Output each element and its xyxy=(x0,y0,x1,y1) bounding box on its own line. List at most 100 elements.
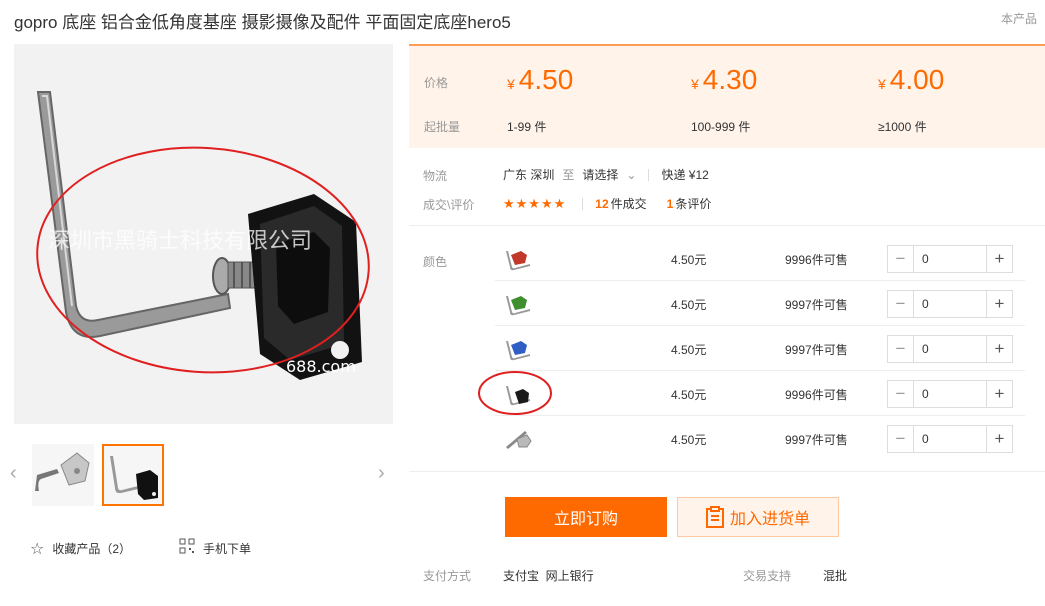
variant-thumbnail[interactable] xyxy=(503,425,533,453)
quantity-input[interactable]: 0 xyxy=(914,426,986,452)
main-product-image: 深圳市黑骑士科技有限公司 688.com xyxy=(14,44,393,424)
minus-button[interactable]: − xyxy=(888,291,914,317)
variant-stock: 9996件可售 xyxy=(785,253,848,267)
left-actions: ☆ 收藏产品（2） 手机下单 xyxy=(30,538,299,559)
star-outline-icon: ☆ xyxy=(30,540,45,558)
quantity-input[interactable]: 0 xyxy=(914,246,986,272)
qty-range-3: ≥1000 件 xyxy=(878,120,927,134)
thumbnail-strip: ‹ › xyxy=(10,444,393,506)
add-to-cart-label: 加入进货单 xyxy=(729,511,810,528)
plus-button[interactable]: + xyxy=(986,426,1012,452)
deals-count[interactable]: 12 xyxy=(595,197,608,211)
currency-symbol: ¥ xyxy=(878,76,886,92)
variant-row: 4.50元 9997件可售 − 0 + xyxy=(495,327,1025,371)
favorite-label: 收藏产品（2） xyxy=(52,542,132,556)
variant-row: 4.50元 9997件可售 − 0 + xyxy=(495,282,1025,326)
price-value: 4.30 xyxy=(702,64,758,95)
image-watermark: 深圳市黑骑士科技有限公司 xyxy=(48,229,312,254)
variant-row: 4.50元 9996件可售 − 0 + xyxy=(495,237,1025,281)
logistics-label: 物流 xyxy=(423,169,448,183)
chevron-left-icon[interactable]: ‹ xyxy=(10,462,17,485)
variant-row: 4.50元 9997件可售 − 0 + xyxy=(495,417,1025,461)
payment-label: 支付方式 xyxy=(423,569,472,583)
thumbnail-2-image xyxy=(110,456,158,500)
variant-thumbnail[interactable] xyxy=(503,290,533,318)
price-value: 4.50 xyxy=(518,64,574,95)
price-box: 价格 起批量 ¥ 4.50 1-99 件 ¥ 4.30 100-999 件 ¥ … xyxy=(409,44,1045,148)
product-title: gopro 底座 铝合金低角度基座 摄影摄像及配件 平面固定底座hero5 xyxy=(14,13,511,32)
variant-stock: 9997件可售 xyxy=(785,343,848,357)
divider xyxy=(582,197,584,210)
quantity-stepper: − 0 + xyxy=(887,425,1013,453)
annotation-circle xyxy=(478,371,552,415)
chevron-down-icon[interactable]: ⌄ xyxy=(626,168,636,182)
quantity-input[interactable]: 0 xyxy=(914,336,986,362)
variant-stock: 9997件可售 xyxy=(785,433,848,447)
variant-stock: 9997件可售 xyxy=(785,298,848,312)
color-label: 颜色 xyxy=(423,255,448,269)
mobile-order-button[interactable]: 手机下单 xyxy=(179,538,251,559)
image-watermark-partial: 688.com xyxy=(286,357,356,376)
variant-row: 4.50元 9996件可售 − 0 + xyxy=(478,371,1025,416)
favorite-button[interactable]: ☆ 收藏产品（2） xyxy=(30,538,131,559)
qty-range-2: 100-999 件 xyxy=(691,120,751,134)
variant-price: 4.50元 xyxy=(671,253,707,267)
plus-button[interactable]: + xyxy=(986,381,1012,407)
minus-button[interactable]: − xyxy=(888,381,914,407)
corner-link[interactable]: 本产品 xyxy=(1001,10,1037,27)
ship-to-word: 至 xyxy=(562,168,575,182)
minus-button[interactable]: − xyxy=(888,246,914,272)
price-tier-2: ¥ 4.30 xyxy=(691,64,757,96)
deals-suffix[interactable]: 件成交 xyxy=(611,195,647,212)
qrcode-icon xyxy=(179,538,195,559)
variant-price: 4.50元 xyxy=(671,433,707,447)
plus-button[interactable]: + xyxy=(986,291,1012,317)
quantity-stepper: − 0 + xyxy=(887,335,1013,363)
plus-button[interactable]: + xyxy=(986,246,1012,272)
reviews-count[interactable]: 1 xyxy=(667,197,674,211)
rating-stars-icon: ★★★★★ xyxy=(503,195,567,211)
add-to-cart-button[interactable]: 加入进货单 xyxy=(677,497,839,537)
variant-price: 4.50元 xyxy=(671,388,707,402)
thumbnail-1[interactable] xyxy=(32,444,94,506)
quantity-stepper: − 0 + xyxy=(887,290,1013,318)
price-value: 4.00 xyxy=(889,64,945,95)
currency-symbol: ¥ xyxy=(507,76,515,92)
variant-stock: 9996件可售 xyxy=(785,388,848,402)
express-fee: 快递 ¥12 xyxy=(661,168,709,182)
minus-button[interactable]: − xyxy=(888,426,914,452)
price-label: 价格 xyxy=(424,76,449,90)
variant-price: 4.50元 xyxy=(671,343,707,357)
variant-thumbnail[interactable] xyxy=(503,245,533,273)
currency-symbol: ¥ xyxy=(691,76,699,92)
divider xyxy=(648,168,650,181)
trade-support-value: 混批 xyxy=(823,569,848,583)
plus-button[interactable]: + xyxy=(986,336,1012,362)
reviews-suffix[interactable]: 条评价 xyxy=(675,195,711,212)
clipboard-icon xyxy=(705,506,724,528)
ship-from: 广东 深圳 xyxy=(503,168,555,182)
buy-now-button[interactable]: 立即订购 xyxy=(505,497,667,537)
divider xyxy=(409,225,1045,226)
chevron-right-icon[interactable]: › xyxy=(378,462,385,485)
moq-label: 起批量 xyxy=(424,120,461,134)
payment-methods: 支付宝 网上银行 xyxy=(503,569,594,583)
product-photo: 深圳市黑骑士科技有限公司 688.com xyxy=(14,44,393,424)
quantity-stepper: − 0 + xyxy=(887,245,1013,273)
price-tier-1: ¥ 4.50 xyxy=(507,64,573,96)
minus-button[interactable]: − xyxy=(888,336,914,362)
quantity-input[interactable]: 0 xyxy=(914,291,986,317)
quantity-input[interactable]: 0 xyxy=(914,381,986,407)
variant-price: 4.50元 xyxy=(671,298,707,312)
destination-select[interactable]: 请选择 xyxy=(582,166,618,183)
deal-row: ★★★★★ 12 件成交 1 条评价 xyxy=(503,195,711,212)
deal-label: 成交\评价 xyxy=(423,198,475,212)
mobile-order-label: 手机下单 xyxy=(203,542,252,556)
qty-range-1: 1-99 件 xyxy=(507,120,547,134)
thumbnail-1-image xyxy=(35,452,90,491)
thumbnail-2-selected[interactable] xyxy=(102,444,164,506)
divider xyxy=(409,471,1045,472)
logistics-row: 广东 深圳 至 请选择 ⌄ 快递 ¥12 xyxy=(503,166,717,183)
price-tier-3: ¥ 4.00 xyxy=(878,64,944,96)
variant-thumbnail[interactable] xyxy=(503,335,533,363)
